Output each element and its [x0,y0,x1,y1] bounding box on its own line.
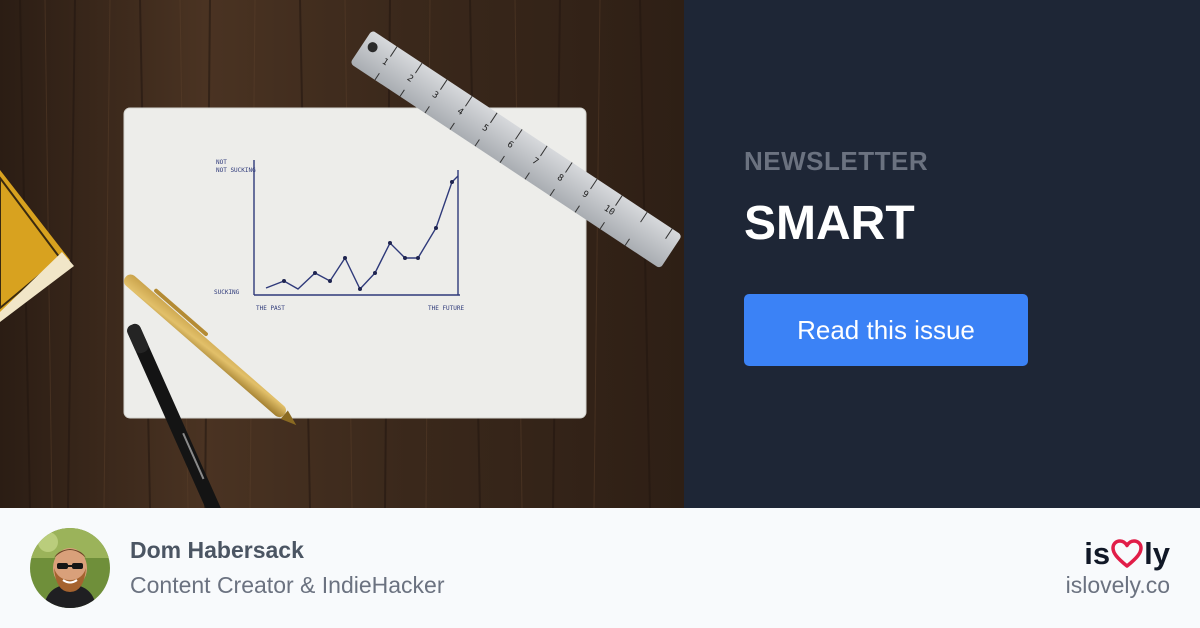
brand-logo[interactable]: is ly [1084,536,1170,572]
hero-photo: NOT NOT SUCKING SUCKING THE PAST THE FUT… [0,0,684,508]
logo-text-left: is [1084,536,1111,571]
heart-icon [1111,539,1143,569]
logo-text-right: ly [1144,536,1170,571]
section-kicker: NEWSLETTER [744,146,929,176]
read-issue-button[interactable]: Read this issue [744,294,1028,366]
author-name: Dom Habersack [130,537,304,563]
site-domain[interactable]: islovely.co [1066,572,1170,599]
author-role: Content Creator & IndieHacker [130,572,445,598]
chart-label-y-bottom: SUCKING [214,289,240,296]
avatar [30,528,110,608]
chart-label-x-right: THE FUTURE [428,305,465,312]
hero: NOT NOT SUCKING SUCKING THE PAST THE FUT… [0,0,1200,508]
issue-title: SMART [744,197,915,250]
footer: Dom Habersack Content Creator & IndieHac… [0,508,1200,628]
chart-label-not: NOT [216,159,227,166]
chart-label-y-top: NOT SUCKING [216,167,256,174]
issue-panel: NEWSLETTER SMART Read this issue [684,0,1200,508]
chart-label-x-left: THE PAST [256,305,285,312]
